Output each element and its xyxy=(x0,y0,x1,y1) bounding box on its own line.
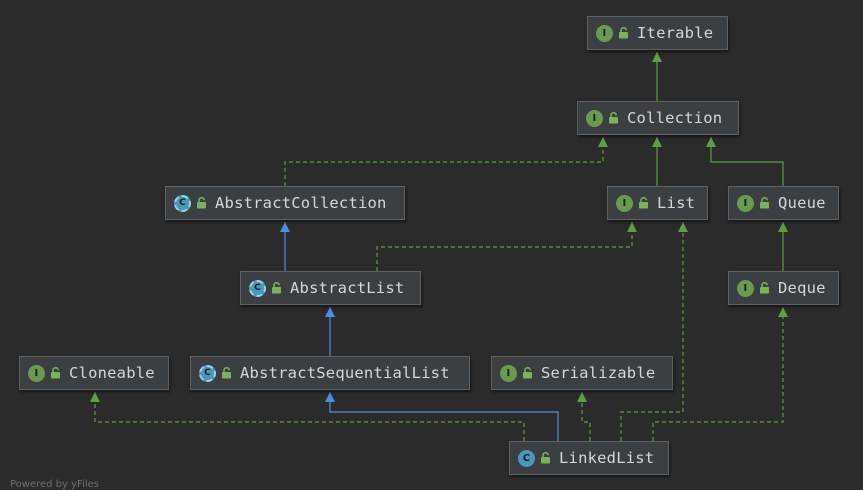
interface-icon: I xyxy=(737,279,754,297)
footer-credit: Powered by yFiles xyxy=(10,479,99,490)
node-collection[interactable]: I Collection xyxy=(577,101,739,135)
interface-icon: I xyxy=(596,24,613,42)
arrowhead-abstract-collection-to-collection xyxy=(598,137,608,147)
arrowhead-linked-list-to-deque xyxy=(778,307,788,317)
lock-icon xyxy=(222,367,231,379)
edge-abstract-list-to-list xyxy=(376,222,633,271)
node-deque[interactable]: I Deque xyxy=(728,271,839,305)
class-icon: C xyxy=(518,449,535,467)
node-cloneable[interactable]: I Cloneable xyxy=(19,356,169,390)
node-label: AbstractSequentialList xyxy=(240,364,450,382)
edge-queue-to-collection xyxy=(710,137,784,186)
lock-icon xyxy=(523,367,532,379)
abstract-class-icon: C xyxy=(249,279,266,297)
node-abstract-list[interactable]: C AbstractList xyxy=(240,271,421,305)
lock-icon xyxy=(51,367,60,379)
abstract-class-icon: C xyxy=(174,194,191,212)
arrowhead-queue-to-collection xyxy=(706,137,716,147)
node-label: Serializable xyxy=(541,364,656,382)
arrowhead-linked-list-to-serializable xyxy=(577,392,587,402)
node-label: AbstractList xyxy=(290,279,405,297)
lock-icon xyxy=(272,282,281,294)
node-linked-list[interactable]: C LinkedList xyxy=(509,441,669,475)
node-label: LinkedList xyxy=(559,449,655,467)
interface-icon: I xyxy=(616,194,633,212)
node-label: Deque xyxy=(778,279,826,297)
arrowhead-collection-to-iterable xyxy=(652,52,662,62)
interface-icon: I xyxy=(500,364,517,382)
node-serializable[interactable]: I Serializable xyxy=(491,356,673,390)
interface-icon: I xyxy=(28,364,45,382)
edge-linked-list-to-list xyxy=(620,222,684,441)
node-abstract-collection[interactable]: C AbstractCollection xyxy=(165,186,405,220)
node-queue[interactable]: I Queue xyxy=(728,186,839,220)
lock-icon xyxy=(541,452,550,464)
lock-icon xyxy=(609,112,618,124)
node-label: Queue xyxy=(778,194,826,212)
node-label: Collection xyxy=(627,109,723,127)
abstract-class-icon: C xyxy=(199,364,216,382)
node-label: AbstractCollection xyxy=(215,194,387,212)
arrowhead-abstract-list-to-abstract-collection xyxy=(280,222,290,232)
node-iterable[interactable]: I Iterable xyxy=(587,16,728,50)
lock-icon xyxy=(619,27,628,39)
interface-icon: I xyxy=(737,194,754,212)
interface-icon: I xyxy=(586,109,603,127)
arrowhead-linked-list-to-abstract-sequential-list xyxy=(325,392,335,402)
node-label: Iterable xyxy=(637,24,714,42)
arrowhead-list-to-collection xyxy=(652,137,662,147)
node-label: List xyxy=(657,194,696,212)
arrowhead-abstract-sequential-list-to-abstract-list xyxy=(325,307,335,317)
lock-icon xyxy=(639,197,648,209)
diagram-canvas xyxy=(90,52,788,441)
arrowhead-linked-list-to-cloneable xyxy=(90,392,100,402)
edge-linked-list-to-cloneable xyxy=(94,392,525,441)
arrowhead-linked-list-to-list xyxy=(678,222,688,232)
lock-icon xyxy=(760,197,769,209)
node-label: Cloneable xyxy=(69,364,155,382)
node-list[interactable]: I List xyxy=(607,186,708,220)
arrowhead-deque-to-queue xyxy=(778,222,788,232)
node-abstract-sequential-list[interactable]: C AbstractSequentialList xyxy=(190,356,470,390)
arrowhead-abstract-list-to-list xyxy=(627,222,637,232)
lock-icon xyxy=(197,197,206,209)
lock-icon xyxy=(760,282,769,294)
edge-abstract-collection-to-collection xyxy=(284,137,604,186)
